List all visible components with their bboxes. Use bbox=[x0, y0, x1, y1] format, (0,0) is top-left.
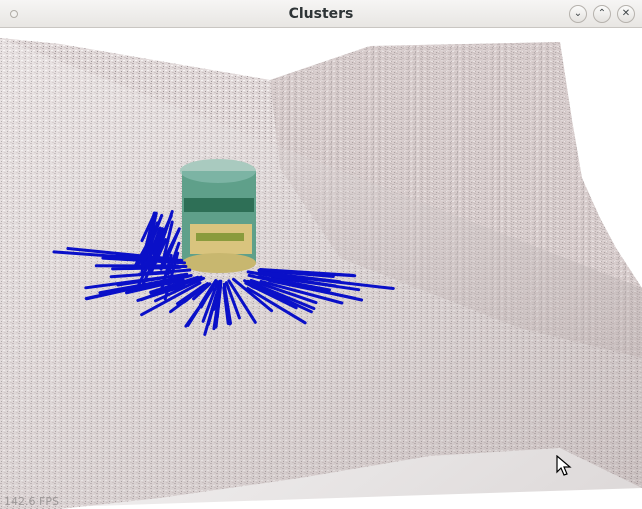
mouse-pointer-icon bbox=[556, 455, 572, 476]
app-window: Clusters ⌄ ⌃ ✕ 142.6 FPS bbox=[0, 0, 642, 509]
chevron-up-icon: ⌃ bbox=[597, 8, 607, 19]
cup-object bbox=[180, 159, 256, 273]
fps-counter: 142.6 FPS bbox=[4, 495, 59, 508]
window-title: Clusters bbox=[288, 6, 354, 22]
point-cloud-render bbox=[0, 38, 642, 509]
maximize-button[interactable]: ⌃ bbox=[593, 5, 611, 23]
title-bar[interactable]: Clusters ⌄ ⌃ ✕ bbox=[0, 0, 642, 28]
close-button[interactable]: ✕ bbox=[617, 5, 635, 23]
minimize-button[interactable]: ⌄ bbox=[569, 5, 587, 23]
chevron-down-icon: ⌄ bbox=[573, 8, 583, 19]
point-cloud-viewport[interactable]: 142.6 FPS bbox=[0, 28, 642, 509]
close-icon: ✕ bbox=[621, 8, 631, 19]
